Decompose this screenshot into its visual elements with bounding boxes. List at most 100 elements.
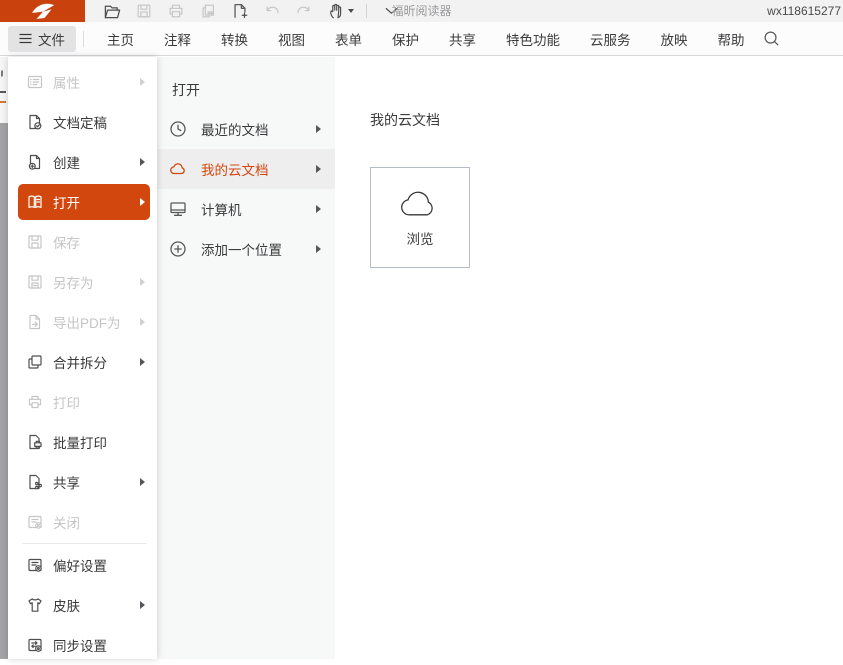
file-menu-divider [22,543,147,544]
menu-tab-4[interactable]: 视图 [278,29,305,49]
menu-tab-9[interactable]: 云服务 [590,29,631,49]
file-menu-item: 导出PDF为 [8,302,157,342]
file-menu-item[interactable]: 文档定稿 [8,102,157,142]
open-submenu-item[interactable]: 添加一个位置 [157,229,335,269]
computer-icon [168,199,188,219]
menu-tab-1[interactable]: 主页 [107,29,134,49]
titlebar: 福昕阅读器 wx118615277 [0,0,843,22]
background-document-area [0,123,8,659]
cloud-browse-icon [397,188,443,220]
open-submenu-item[interactable]: 计算机 [157,189,335,229]
quick-access-toolbar [96,0,407,22]
file-menu-item-label: 导出PDF为 [53,312,121,332]
file-menu-item-label: 皮肤 [53,595,80,615]
open-icon [26,193,44,211]
open-submenu-header: 打开 [172,80,200,100]
add-place-icon [168,239,188,259]
file-menu-item-label: 合并拆分 [53,352,107,372]
menu-tab-2[interactable]: 注释 [164,29,191,49]
file-menu-item-label: 偏好设置 [53,555,107,575]
open-submenu-item-label: 我的云文档 [201,159,269,179]
menu-tab-8[interactable]: 特色功能 [506,29,560,49]
file-menu-item-label: 打开 [53,192,80,212]
share-icon [26,473,44,491]
file-menu-item[interactable]: 共享 [8,462,157,502]
printer-icon [26,393,44,411]
finalize-document-icon [26,113,44,131]
submenu-arrow-icon [140,478,145,486]
submenu-arrow-icon [316,165,321,173]
submenu-arrow-icon [140,158,145,166]
file-menu-item[interactable]: 偏好设置 [8,545,157,585]
background-glyph [0,91,6,93]
create-icon [26,153,44,171]
cloud-documents-icon [168,159,188,179]
save-icon [134,1,154,21]
file-menu-item: 关闭 [8,502,157,542]
submenu-arrow-icon [316,125,321,133]
background-glyph [1,69,6,77]
open-submenu-item-label: 计算机 [201,199,242,219]
menu-tab-3[interactable]: 转换 [221,29,248,49]
merge-split-icon [26,353,44,371]
file-menu-item[interactable]: 打开 [8,182,157,222]
menu-tab-6[interactable]: 保护 [392,29,419,49]
file-menu-item: 保存 [8,222,157,262]
file-menu-item[interactable]: 同步设置 [8,625,157,665]
browse-label: 浏览 [407,228,434,248]
browse-cloud-button[interactable]: 浏览 [370,167,470,268]
file-menu-item-label: 打印 [53,392,80,412]
search-icon [762,29,781,48]
file-menu-item[interactable]: 皮肤 [8,585,157,625]
user-id: wx118615277 [767,0,841,22]
open-submenu-list: 最近的文档我的云文档计算机添加一个位置 [157,109,335,269]
menubar-separator [83,31,84,47]
file-menu-item-label: 创建 [53,152,80,172]
batch-print-icon [26,433,44,451]
open-submenu-pane: 打开 最近的文档我的云文档计算机添加一个位置 [157,57,335,659]
search-button[interactable] [762,29,781,48]
new-document-icon[interactable] [230,1,250,21]
close-document-icon [26,513,44,531]
submenu-arrow-icon [140,318,145,326]
toolbar-separator [366,4,367,18]
hamburger-icon [19,33,32,44]
file-menu-item[interactable]: 合并拆分 [8,342,157,382]
menubar: 文件 主页 注释 转换 视图 表单 保护 共享 特色功能 云服务 放映 帮助 [0,22,843,56]
menu-tab-11[interactable]: 帮助 [718,29,745,49]
recent-documents-icon [168,119,188,139]
file-menu-item-label: 属性 [53,72,80,92]
toolbar-overflow-icon[interactable] [381,1,401,21]
menu-tab-10[interactable]: 放映 [661,29,688,49]
file-menu-item: 另存为 [8,262,157,302]
skin-icon [26,596,44,614]
open-submenu-item[interactable]: 最近的文档 [157,109,335,149]
file-menu-item[interactable]: 创建 [8,142,157,182]
hand-tool-caret-icon[interactable] [348,9,354,13]
save-as-icon [26,273,44,291]
menubar-items: 主页 注释 转换 视图 表单 保护 共享 特色功能 云服务 放映 帮助 [92,29,760,49]
export-pdf-icon [26,313,44,331]
menu-tab-7[interactable]: 共享 [449,29,476,49]
submenu-arrow-icon [140,601,145,609]
file-menu-item: 属性 [8,62,157,102]
file-menu-button[interactable]: 文件 [8,26,76,52]
submenu-arrow-icon [140,358,145,366]
file-menu-item-label: 同步设置 [53,635,107,655]
file-menu-pane: 属性文档定稿创建打开保存另存为导出PDF为合并拆分打印批量打印共享关闭偏好设置皮… [8,57,157,659]
open-submenu-item-label: 最近的文档 [201,119,269,139]
save-file-icon [26,233,44,251]
open-submenu-item[interactable]: 我的云文档 [157,149,335,189]
file-menu-item[interactable]: 批量打印 [8,422,157,462]
foxit-logo [0,0,85,22]
copy-pages-icon [198,1,218,21]
menu-tab-5[interactable]: 表单 [335,29,362,49]
hand-tool-icon[interactable] [326,1,346,21]
submenu-arrow-icon [140,278,145,286]
open-folder-icon[interactable] [102,1,122,21]
file-backstage: 我的云文档 浏览 打开 最近的文档我的云文档计算机添加一个位置 属性文档定稿创建… [0,57,843,659]
file-menu-button-label: 文件 [38,29,65,49]
properties-icon [26,73,44,91]
submenu-arrow-icon [140,198,145,206]
submenu-arrow-icon [316,245,321,253]
